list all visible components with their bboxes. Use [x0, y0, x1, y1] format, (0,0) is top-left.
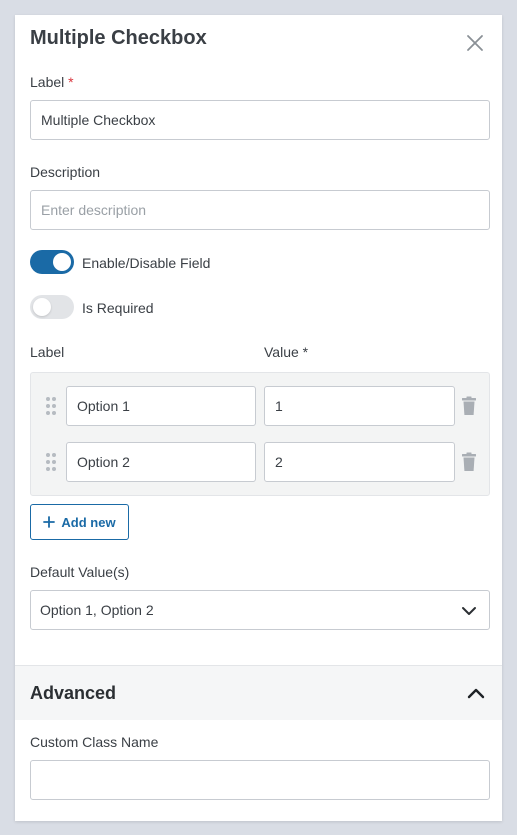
close-icon[interactable]: [464, 32, 486, 54]
custom-class-label: Custom Class Name: [30, 734, 159, 750]
option-label-input[interactable]: [66, 442, 256, 482]
description-label: Description: [30, 164, 101, 180]
advanced-title: Advanced: [30, 683, 117, 703]
custom-class-input[interactable]: [30, 760, 490, 800]
plus-icon: [43, 516, 56, 528]
advanced-section-header[interactable]: Advanced: [15, 666, 502, 720]
chevron-down-icon: [461, 604, 477, 616]
drag-handle-icon[interactable]: [45, 396, 57, 416]
enable-field-toggle[interactable]: [30, 250, 74, 274]
toggle-knob: [53, 253, 71, 271]
chevron-up-icon: [467, 686, 485, 700]
options-list: [30, 372, 490, 496]
label-field-label: Label *: [30, 74, 74, 90]
required-label: Is Required: [82, 300, 154, 316]
panel-title: Multiple Checkbox: [30, 27, 207, 49]
option-value-input[interactable]: [264, 386, 455, 426]
drag-handle-icon[interactable]: [45, 452, 57, 472]
add-option-label: Add new: [61, 514, 116, 530]
default-value-select[interactable]: Option 1, Option 2: [30, 590, 490, 630]
description-input[interactable]: [30, 190, 490, 230]
options-value-header: Value *: [264, 344, 309, 360]
label-field-text: Label: [30, 74, 65, 90]
trash-icon[interactable]: [461, 396, 477, 416]
enable-field-label: Enable/Disable Field: [82, 255, 211, 271]
default-value-label: Default Value(s): [30, 564, 130, 580]
required-toggle[interactable]: [30, 295, 74, 319]
options-label-header: Label: [30, 344, 65, 360]
option-row: [31, 442, 489, 482]
label-input[interactable]: [30, 100, 490, 140]
default-value-selected: Option 1, Option 2: [40, 602, 154, 618]
add-option-button[interactable]: Add new: [30, 504, 129, 540]
field-settings-panel: Multiple Checkbox Label * Description En…: [15, 15, 502, 821]
option-value-input[interactable]: [264, 442, 455, 482]
trash-icon[interactable]: [461, 452, 477, 472]
option-label-input[interactable]: [66, 386, 256, 426]
toggle-knob: [33, 298, 51, 316]
option-row: [31, 386, 489, 426]
required-mark: *: [68, 74, 74, 90]
